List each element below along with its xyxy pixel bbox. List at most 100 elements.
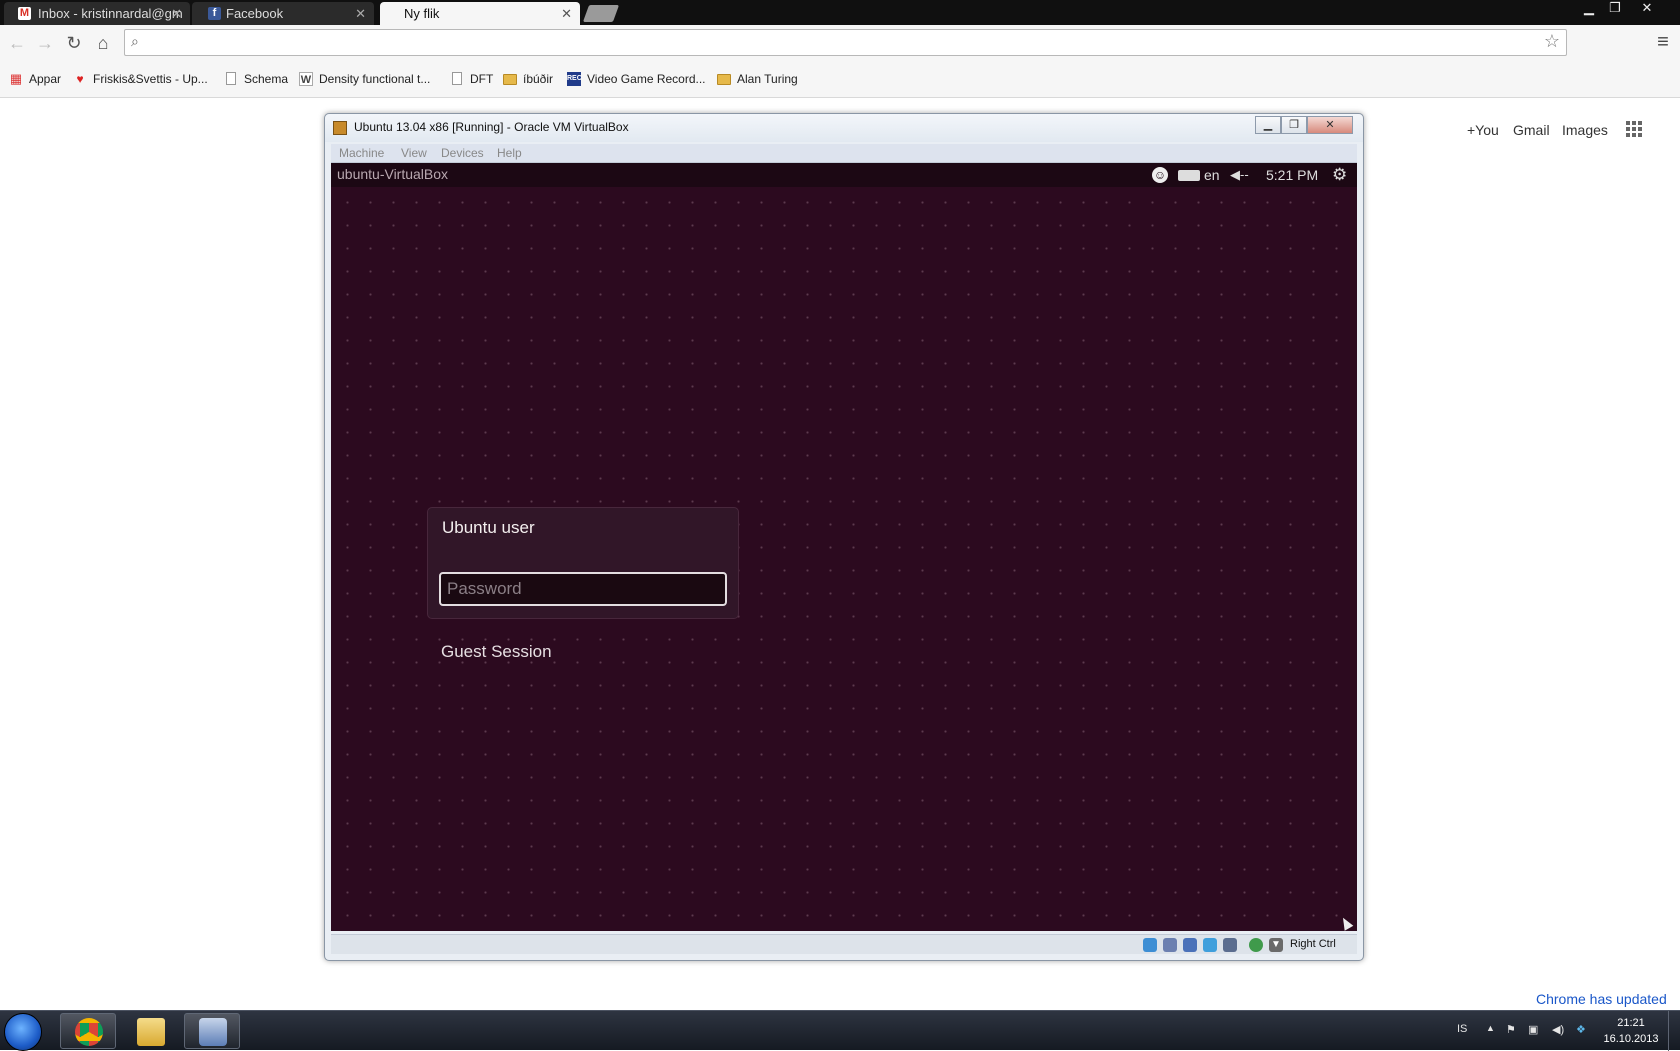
vbox-menubar: Machine View Devices Help bbox=[331, 144, 1357, 163]
gear-icon[interactable]: ⚙ bbox=[1332, 165, 1347, 185]
vbox-maximize-icon[interactable]: ❐ bbox=[1281, 116, 1307, 134]
keyboard-layout[interactable]: en bbox=[1204, 165, 1220, 185]
mouse-cursor-icon bbox=[1338, 915, 1354, 931]
page-icon bbox=[452, 72, 462, 85]
clock-time: 21:21 bbox=[1617, 1017, 1645, 1029]
tab-new[interactable]: Ny flik ✕ bbox=[380, 2, 580, 25]
folder-icon bbox=[503, 74, 517, 85]
tab-title: Inbox - kristinnardal@gm bbox=[38, 6, 183, 21]
virtualbox-window: Ubuntu 13.04 x86 [Running] - Oracle VM V… bbox=[324, 113, 1364, 961]
close-tab-icon[interactable]: ✕ bbox=[355, 2, 366, 25]
menu-view[interactable]: View bbox=[401, 146, 427, 160]
guest-session[interactable]: Guest Session bbox=[441, 642, 552, 662]
taskbar-explorer[interactable] bbox=[122, 1013, 178, 1049]
taskbar-chrome[interactable] bbox=[60, 1013, 116, 1049]
hostname: ubuntu-VirtualBox bbox=[337, 166, 449, 182]
virtualbox-icon bbox=[199, 1018, 227, 1046]
mouse-integration-icon[interactable] bbox=[1249, 938, 1263, 952]
bookmark-dft[interactable]: DFT bbox=[450, 70, 493, 88]
bookmark-label: Density functional t... bbox=[319, 72, 431, 86]
menu-help[interactable]: Help bbox=[497, 146, 522, 160]
vbox-title: Ubuntu 13.04 x86 [Running] - Oracle VM V… bbox=[354, 120, 629, 134]
address-input[interactable] bbox=[151, 33, 1531, 52]
new-tab-button[interactable] bbox=[582, 5, 620, 22]
hard-disk-icon[interactable] bbox=[1143, 938, 1157, 952]
chrome-icon bbox=[75, 1018, 103, 1046]
taskbar-virtualbox[interactable] bbox=[184, 1013, 240, 1049]
apps-grid-icon: ▦ bbox=[9, 71, 23, 86]
show-hidden-icons[interactable]: ▲ bbox=[1486, 1023, 1495, 1033]
images-link[interactable]: Images bbox=[1562, 122, 1608, 138]
bookmark-alan-turing[interactable]: Alan Turing bbox=[717, 70, 798, 88]
google-plus-link[interactable]: +You bbox=[1467, 122, 1499, 138]
google-apps-icon[interactable] bbox=[1626, 121, 1642, 137]
home-icon[interactable]: ⌂ bbox=[92, 32, 114, 54]
bookmark-apps[interactable]: ▦ Appar bbox=[9, 70, 61, 88]
guest-screen[interactable]: ubuntu-VirtualBox ☺ en ◀‑‑ 5:21 PM ⚙ Ubu… bbox=[331, 163, 1357, 931]
search-icon: ⌕ bbox=[131, 33, 139, 49]
show-desktop-button[interactable] bbox=[1668, 1011, 1680, 1051]
shared-folder-icon[interactable] bbox=[1203, 938, 1217, 952]
keyboard-icon[interactable] bbox=[1178, 170, 1200, 181]
tab-title: Facebook bbox=[226, 6, 284, 21]
bookmark-label: Appar bbox=[29, 72, 62, 86]
bookmark-dft-wiki[interactable]: W Density functional t... bbox=[299, 70, 430, 88]
system-clock[interactable]: 21:21 16.10.2013 bbox=[1600, 1015, 1662, 1047]
friskis-icon: ♥ bbox=[76, 72, 84, 86]
wiki-icon: W bbox=[299, 72, 313, 86]
bookmarks-bar: ▦ Appar ♥ Friskis&Svettis - Up... Schema… bbox=[0, 60, 1680, 98]
network-icon[interactable] bbox=[1183, 938, 1197, 952]
video-capture-icon[interactable] bbox=[1223, 938, 1237, 952]
close-tab-icon[interactable]: ✕ bbox=[561, 2, 572, 25]
rec-icon: REC bbox=[567, 72, 582, 86]
volume-icon[interactable]: ◀‑‑ bbox=[1230, 165, 1249, 185]
hostkey-arrow-icon[interactable]: ▼ bbox=[1269, 938, 1283, 952]
clock-date: 16.10.2013 bbox=[1603, 1033, 1659, 1045]
back-icon[interactable]: ← bbox=[6, 32, 28, 54]
browser-toolbar: ← → ↻ ⌂ ⌕ ☆ ≡ bbox=[0, 25, 1680, 60]
gmail-icon: M bbox=[18, 7, 31, 20]
optical-drive-icon[interactable] bbox=[1163, 938, 1177, 952]
vbox-minimize-icon[interactable]: ▁ bbox=[1255, 116, 1281, 134]
tab-gmail[interactable]: M Inbox - kristinnardal@gm ✕ bbox=[4, 2, 190, 25]
bookmark-video-game-record[interactable]: REC Video Game Record... bbox=[567, 70, 706, 88]
bookmark-ibudir[interactable]: íbúðir bbox=[503, 70, 553, 88]
start-button[interactable] bbox=[4, 1013, 42, 1051]
login-card: Ubuntu user bbox=[427, 507, 739, 619]
bookmark-star-icon[interactable]: ☆ bbox=[1544, 31, 1560, 52]
tab-facebook[interactable]: f Facebook ✕ bbox=[192, 2, 374, 25]
gmail-link[interactable]: Gmail bbox=[1513, 122, 1550, 138]
tab-strip: M Inbox - kristinnardal@gm ✕ f Facebook … bbox=[0, 0, 1680, 25]
speaker-icon[interactable]: ◀) bbox=[1552, 1023, 1564, 1036]
restore-icon[interactable]: ❐ bbox=[1602, 0, 1628, 18]
network-tray-icon[interactable]: ▣ bbox=[1528, 1023, 1538, 1036]
bookmark-label: Schema bbox=[244, 72, 289, 86]
folder-icon bbox=[717, 74, 731, 85]
password-input[interactable] bbox=[439, 572, 727, 606]
bookmark-schema[interactable]: Schema bbox=[224, 70, 288, 88]
menu-machine[interactable]: Machine bbox=[339, 146, 384, 160]
windows-taskbar: IS ▲ ⚑ ▣ ◀) ❖ 21:21 16.10.2013 bbox=[0, 1010, 1680, 1051]
bookmark-label: íbúðir bbox=[523, 72, 554, 86]
vbox-titlebar: Ubuntu 13.04 x86 [Running] - Oracle VM V… bbox=[325, 114, 1363, 142]
accessibility-icon[interactable]: ☺ bbox=[1152, 167, 1168, 183]
bookmark-label: Alan Turing bbox=[737, 72, 798, 86]
language-indicator[interactable]: IS bbox=[1457, 1023, 1467, 1035]
bookmark-label: Friskis&Svettis - Up... bbox=[93, 72, 208, 86]
minimize-icon[interactable]: ▁ bbox=[1576, 0, 1602, 18]
menu-devices[interactable]: Devices bbox=[441, 146, 484, 160]
omnibox[interactable]: ⌕ ☆ bbox=[124, 29, 1567, 56]
close-tab-icon[interactable]: ✕ bbox=[171, 2, 182, 25]
forward-icon[interactable]: → bbox=[34, 32, 56, 54]
action-center-flag-icon[interactable]: ⚑ bbox=[1506, 1023, 1516, 1036]
close-window-icon[interactable]: ✕ bbox=[1634, 0, 1660, 18]
chrome-menu-icon[interactable]: ≡ bbox=[1652, 31, 1674, 53]
user-name[interactable]: Ubuntu user bbox=[442, 518, 535, 538]
vbox-statusbar: ▼ Right Ctrl bbox=[331, 934, 1357, 954]
clock[interactable]: 5:21 PM bbox=[1266, 165, 1318, 185]
vbox-close-icon[interactable]: ✕ bbox=[1307, 116, 1353, 134]
reload-icon[interactable]: ↻ bbox=[63, 32, 85, 54]
bookmark-friskis[interactable]: ♥ Friskis&Svettis - Up... bbox=[73, 70, 208, 88]
dropbox-icon[interactable]: ❖ bbox=[1576, 1023, 1586, 1036]
chrome-update-notice[interactable]: Chrome has updated bbox=[1536, 991, 1667, 1007]
